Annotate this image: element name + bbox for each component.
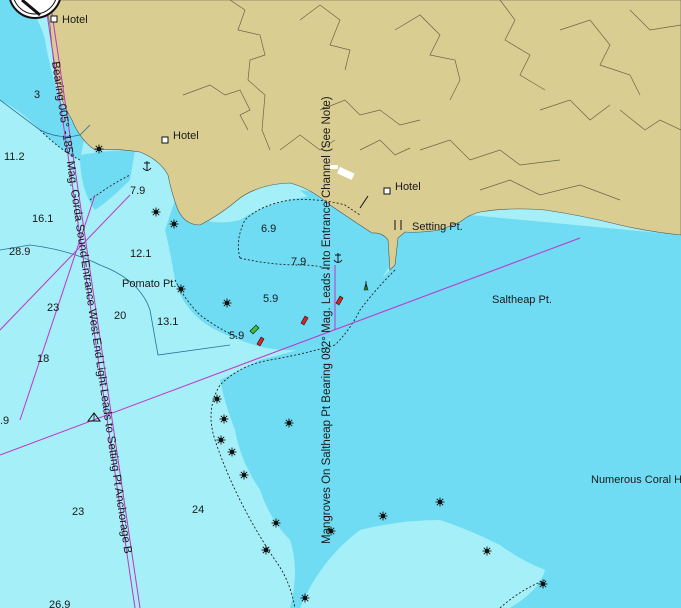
rock-icon — [227, 447, 237, 457]
rock-icon — [222, 298, 232, 308]
rock-icon — [300, 593, 310, 603]
depth-sounding: 12.1 — [130, 248, 151, 260]
hotel-label: Hotel — [173, 130, 199, 142]
hotel-square-icon — [50, 15, 58, 23]
setting-pt-label: Setting Pt. — [412, 221, 463, 233]
chart-canvas[interactable]: Hotel Hotel Hotel Setting Pt. Saltheap P… — [0, 0, 681, 608]
saltheap-bearing-note: Mangroves On Saltheap Pt Bearing 082° Ma… — [321, 96, 333, 544]
rock-icon — [212, 394, 222, 404]
rock-icon — [169, 219, 179, 229]
hotel-label: Hotel — [395, 181, 421, 193]
depth-sounding: 3 — [34, 89, 40, 101]
pomato-pt-label: Pomato Pt. — [122, 278, 176, 290]
rock-icon — [239, 470, 249, 480]
depth-sounding: 16.1 — [32, 213, 53, 225]
nautical-chart[interactable]: Hotel Hotel Hotel Setting Pt. Saltheap P… — [0, 0, 681, 608]
depth-sounding: 7.9 — [291, 256, 306, 268]
depth-sounding: 24 — [192, 504, 204, 516]
depth-sounding: 18 — [37, 353, 49, 365]
depth-sounding: 6.9 — [261, 223, 276, 235]
depth-sounding: 26.9 — [49, 599, 70, 608]
numerous-coral-label: Numerous Coral He — [591, 474, 681, 486]
depth-sounding: 23 — [72, 506, 84, 518]
depth-sounding: 13.1 — [157, 316, 178, 328]
rock-icon — [271, 518, 281, 528]
rock-icon — [284, 418, 294, 428]
depth-sounding: 5.9 — [229, 330, 244, 342]
depth-sounding: 5.9 — [263, 293, 278, 305]
rock-icon — [151, 207, 161, 217]
depth-sounding: 11.2 — [4, 151, 25, 163]
rock-icon — [435, 497, 445, 507]
depth-sounding: 20 — [114, 310, 126, 322]
rock-icon — [261, 545, 271, 555]
rock-icon — [219, 414, 229, 424]
rock-icon — [216, 435, 226, 445]
depth-sounding: 23 — [47, 302, 59, 314]
rock-icon — [94, 144, 104, 154]
saltheap-pt-label: Saltheap Pt. — [492, 294, 552, 306]
depth-sounding: 7.9 — [130, 185, 145, 197]
hotel-square-icon — [161, 136, 169, 144]
rock-icon — [176, 284, 186, 294]
rock-icon — [482, 546, 492, 556]
hotel-square-icon — [383, 187, 391, 195]
depth-sounding: .9 — [0, 415, 9, 427]
rock-icon — [538, 579, 548, 589]
depth-sounding: 28.9 — [9, 246, 30, 258]
rock-icon — [378, 511, 388, 521]
hotel-label: Hotel — [62, 14, 88, 26]
